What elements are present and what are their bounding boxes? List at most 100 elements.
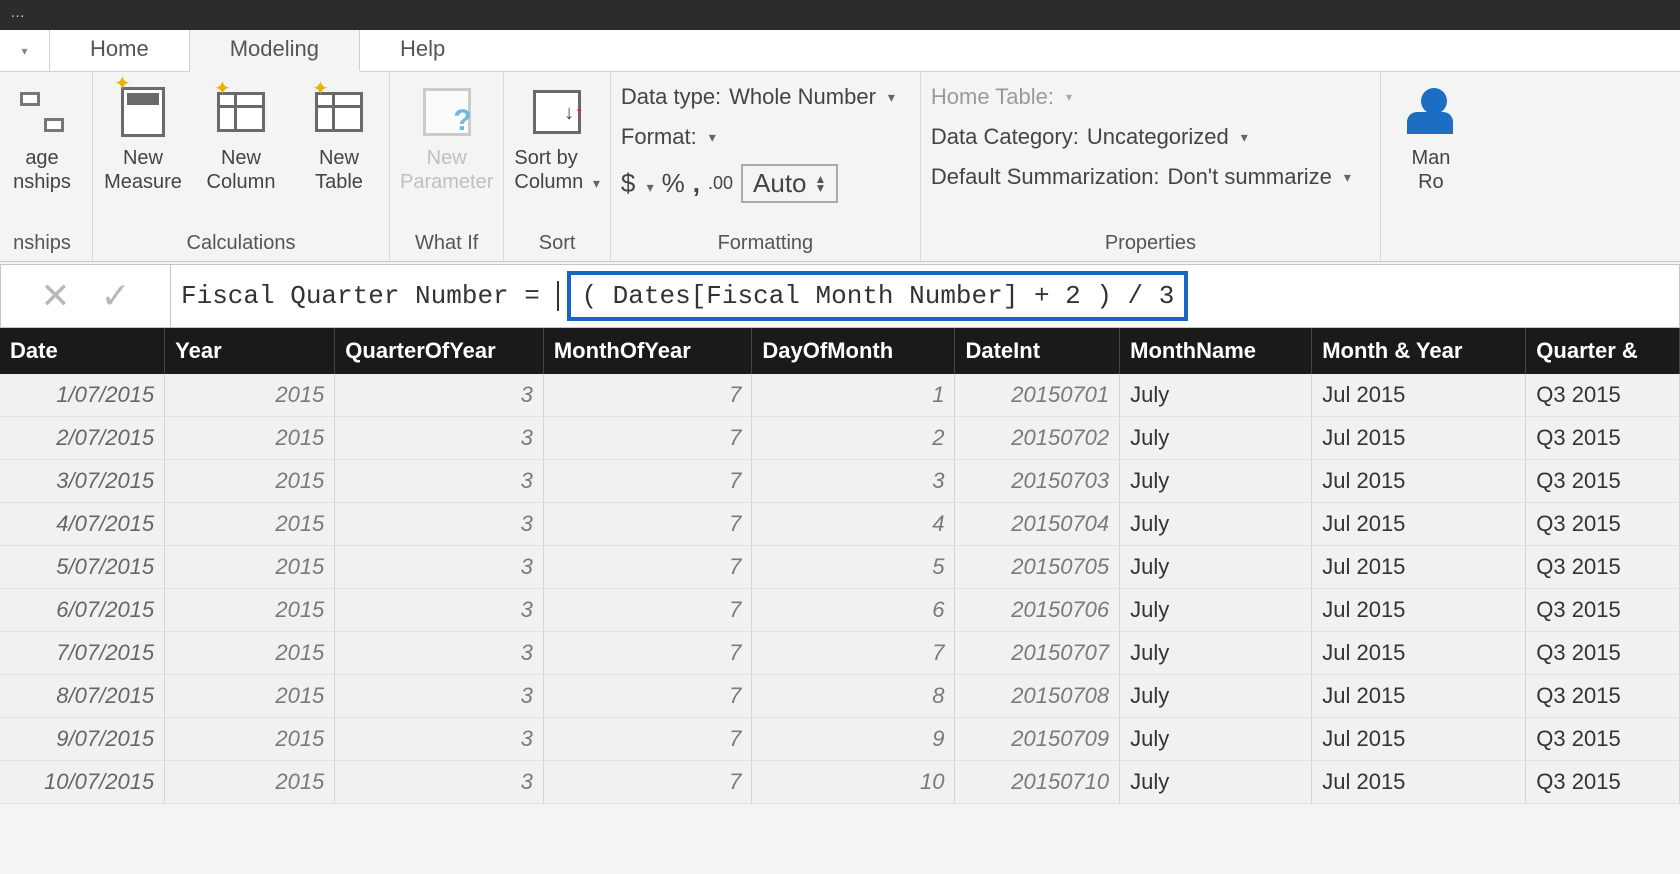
table-cell[interactable]: 7: [543, 460, 752, 503]
new-table-button[interactable]: ✦ New Table: [299, 84, 379, 194]
table-cell[interactable]: 6/07/2015: [0, 589, 165, 632]
table-cell[interactable]: 7: [543, 374, 752, 417]
table-cell[interactable]: July: [1120, 460, 1312, 503]
table-row[interactable]: 1/07/2015201537120150701JulyJul 2015Q3 2…: [0, 374, 1680, 417]
table-cell[interactable]: 1/07/2015: [0, 374, 165, 417]
table-cell[interactable]: 20150709: [955, 718, 1120, 761]
table-cell[interactable]: July: [1120, 718, 1312, 761]
table-cell[interactable]: July: [1120, 374, 1312, 417]
table-cell[interactable]: 3: [335, 675, 544, 718]
table-cell[interactable]: Jul 2015: [1312, 503, 1526, 546]
table-cell[interactable]: Q3 2015: [1526, 417, 1680, 460]
table-cell[interactable]: 2015: [165, 460, 335, 503]
table-cell[interactable]: Q3 2015: [1526, 675, 1680, 718]
column-header[interactable]: Month & Year: [1312, 328, 1526, 374]
table-cell[interactable]: Jul 2015: [1312, 632, 1526, 675]
tab-help[interactable]: Help: [360, 30, 485, 71]
table-cell[interactable]: Q3 2015: [1526, 503, 1680, 546]
currency-format-button[interactable]: $ ▾: [621, 168, 654, 199]
table-cell[interactable]: Jul 2015: [1312, 761, 1526, 804]
table-cell[interactable]: Jul 2015: [1312, 675, 1526, 718]
table-cell[interactable]: 9: [752, 718, 955, 761]
table-cell[interactable]: 3: [335, 417, 544, 460]
table-cell[interactable]: Q3 2015: [1526, 632, 1680, 675]
table-cell[interactable]: 3: [335, 503, 544, 546]
manage-relationships-button[interactable]: age nships: [2, 84, 82, 194]
table-cell[interactable]: July: [1120, 632, 1312, 675]
table-cell[interactable]: 4/07/2015: [0, 503, 165, 546]
table-cell[interactable]: Jul 2015: [1312, 589, 1526, 632]
table-cell[interactable]: 7: [752, 632, 955, 675]
table-cell[interactable]: 5: [752, 546, 955, 589]
decimal-places-stepper[interactable]: Auto ▲▼: [741, 164, 838, 203]
table-cell[interactable]: July: [1120, 675, 1312, 718]
column-header[interactable]: Date: [0, 328, 165, 374]
column-header[interactable]: Quarter &: [1526, 328, 1680, 374]
sort-by-column-button[interactable]: ↓↑ Sort by Column ▾: [514, 84, 600, 194]
table-cell[interactable]: 2015: [165, 761, 335, 804]
table-cell[interactable]: Q3 2015: [1526, 546, 1680, 589]
table-cell[interactable]: 20150701: [955, 374, 1120, 417]
manage-roles-button[interactable]: Man Ro: [1391, 84, 1471, 194]
data-grid[interactable]: DateYearQuarterOfYearMonthOfYearDayOfMon…: [0, 328, 1680, 804]
table-row[interactable]: 8/07/2015201537820150708JulyJul 2015Q3 2…: [0, 675, 1680, 718]
table-row[interactable]: 9/07/2015201537920150709JulyJul 2015Q3 2…: [0, 718, 1680, 761]
table-cell[interactable]: 2015: [165, 417, 335, 460]
column-header[interactable]: QuarterOfYear: [335, 328, 544, 374]
formula-accept-button[interactable]: ✓: [101, 275, 131, 317]
table-cell[interactable]: 3: [335, 761, 544, 804]
table-row[interactable]: 7/07/2015201537720150707JulyJul 2015Q3 2…: [0, 632, 1680, 675]
data-category-dropdown[interactable]: Data Category: Uncategorized ▾: [931, 124, 1351, 150]
new-measure-button[interactable]: ✦ New Measure: [103, 84, 183, 194]
table-cell[interactable]: 2015: [165, 718, 335, 761]
table-cell[interactable]: Jul 2015: [1312, 718, 1526, 761]
table-row[interactable]: 6/07/2015201537620150706JulyJul 2015Q3 2…: [0, 589, 1680, 632]
table-cell[interactable]: 10: [752, 761, 955, 804]
table-cell[interactable]: Q3 2015: [1526, 761, 1680, 804]
table-cell[interactable]: Q3 2015: [1526, 718, 1680, 761]
tab-home[interactable]: Home: [50, 30, 190, 71]
table-cell[interactable]: Q3 2015: [1526, 374, 1680, 417]
table-cell[interactable]: 2015: [165, 503, 335, 546]
table-cell[interactable]: Jul 2015: [1312, 546, 1526, 589]
table-cell[interactable]: 1: [752, 374, 955, 417]
table-cell[interactable]: 3: [752, 460, 955, 503]
table-cell[interactable]: 5/07/2015: [0, 546, 165, 589]
table-cell[interactable]: July: [1120, 546, 1312, 589]
tab-modeling[interactable]: Modeling: [190, 30, 360, 72]
table-cell[interactable]: 3: [335, 632, 544, 675]
table-row[interactable]: 5/07/2015201537520150705JulyJul 2015Q3 2…: [0, 546, 1680, 589]
column-header[interactable]: Year: [165, 328, 335, 374]
table-cell[interactable]: 3/07/2015: [0, 460, 165, 503]
table-cell[interactable]: 3: [335, 589, 544, 632]
new-column-button[interactable]: ✦ New Column: [201, 84, 281, 194]
table-cell[interactable]: 6: [752, 589, 955, 632]
table-cell[interactable]: 20150704: [955, 503, 1120, 546]
table-cell[interactable]: 2015: [165, 546, 335, 589]
system-menu-button[interactable]: ▾: [0, 30, 50, 71]
table-cell[interactable]: 8: [752, 675, 955, 718]
table-cell[interactable]: 20150708: [955, 675, 1120, 718]
table-cell[interactable]: 3: [335, 546, 544, 589]
table-cell[interactable]: 10/07/2015: [0, 761, 165, 804]
table-row[interactable]: 4/07/2015201537420150704JulyJul 2015Q3 2…: [0, 503, 1680, 546]
table-cell[interactable]: 20150705: [955, 546, 1120, 589]
table-cell[interactable]: July: [1120, 589, 1312, 632]
table-cell[interactable]: Jul 2015: [1312, 417, 1526, 460]
table-cell[interactable]: 8/07/2015: [0, 675, 165, 718]
data-type-dropdown[interactable]: Data type: Whole Number ▾: [621, 84, 895, 110]
column-header[interactable]: DateInt: [955, 328, 1120, 374]
table-cell[interactable]: 7: [543, 546, 752, 589]
percent-format-button[interactable]: %: [662, 168, 685, 199]
table-cell[interactable]: 2015: [165, 632, 335, 675]
table-cell[interactable]: 2015: [165, 675, 335, 718]
table-cell[interactable]: 20150706: [955, 589, 1120, 632]
table-cell[interactable]: 7: [543, 417, 752, 460]
table-cell[interactable]: 2/07/2015: [0, 417, 165, 460]
table-cell[interactable]: 7: [543, 589, 752, 632]
column-header[interactable]: DayOfMonth: [752, 328, 955, 374]
table-cell[interactable]: 7: [543, 718, 752, 761]
table-cell[interactable]: 9/07/2015: [0, 718, 165, 761]
format-dropdown[interactable]: Format: ▾: [621, 124, 895, 150]
table-cell[interactable]: Jul 2015: [1312, 374, 1526, 417]
